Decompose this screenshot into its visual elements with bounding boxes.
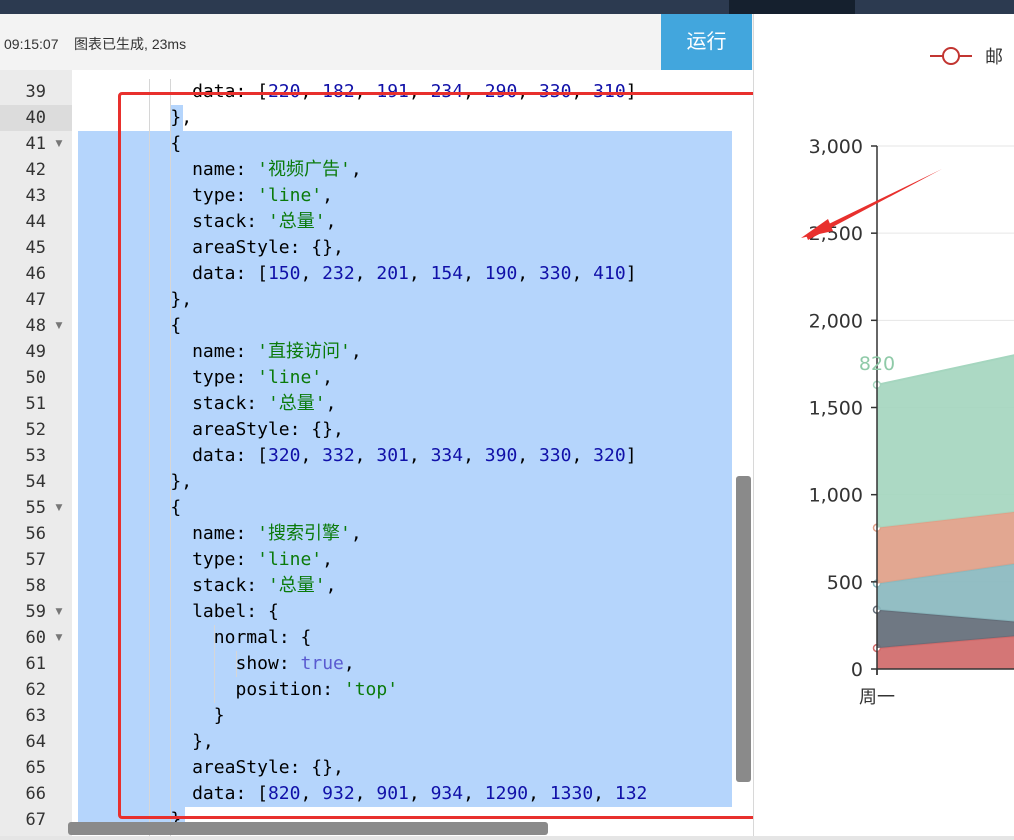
x-tick-label: 周一 — [859, 687, 895, 708]
line-number: 57 — [25, 550, 46, 570]
line-number: 56 — [25, 524, 46, 544]
line-number: 54 — [25, 472, 46, 492]
data-label: 820 — [859, 353, 895, 375]
line-number: 45 — [25, 238, 46, 258]
fold-arrow-icon[interactable]: ▼ — [52, 313, 66, 339]
legend-circle-icon — [942, 47, 960, 65]
line-number: 50 — [25, 368, 46, 388]
line-number: 43 — [25, 186, 46, 206]
line-number: 66 — [25, 784, 46, 804]
line-number: 65 — [25, 758, 46, 778]
line-number: 49 — [25, 342, 46, 362]
window-top-bar — [0, 0, 1014, 14]
fold-arrow-icon[interactable]: ▼ — [52, 625, 66, 651]
chart-pane: 3,000 2,500 2,000 1,500 1,000 500 0 周一 820 邮 — [754, 14, 1014, 840]
line-number: 47 — [25, 290, 46, 310]
line-number: 42 — [25, 160, 46, 180]
y-tick-label: 2,000 — [809, 310, 863, 332]
line-number: 67 — [25, 810, 46, 830]
line-number: 48 — [25, 316, 46, 336]
status-bar: 09:15:07 图表已生成, 23ms 运行 — [0, 14, 753, 70]
run-button[interactable]: 运行 — [661, 14, 752, 70]
bottom-strip — [0, 836, 1014, 840]
status-text: 09:15:07 图表已生成, 23ms — [4, 36, 187, 52]
line-number: 59 — [25, 602, 46, 622]
legend-label: 邮 — [985, 47, 1003, 68]
line-number: 51 — [25, 394, 46, 414]
line-number: 52 — [25, 420, 46, 440]
top-bar-segment — [729, 0, 855, 14]
line-number: 41 — [25, 134, 46, 154]
chart-svg: 3,0002,5002,0001,5001,0005000周一820邮 — [801, 47, 1014, 708]
line-number: 64 — [25, 732, 46, 752]
line-number: 62 — [25, 680, 46, 700]
line-number: 44 — [25, 212, 46, 232]
fold-arrow-icon[interactable]: ▼ — [52, 131, 66, 157]
y-tick-label: 3,000 — [809, 136, 863, 158]
fold-arrow-icon[interactable]: ▼ — [52, 599, 66, 625]
line-number: 40 — [25, 108, 46, 128]
horizontal-scrollbar[interactable] — [68, 822, 548, 835]
line-number: 39 — [25, 82, 46, 102]
line-number: 55 — [25, 498, 46, 518]
fold-arrow-icon[interactable]: ▼ — [52, 495, 66, 521]
highlight-annotation-box — [118, 92, 774, 819]
line-number: 53 — [25, 446, 46, 466]
line-number: 61 — [25, 654, 46, 674]
line-number: 63 — [25, 706, 46, 726]
line-number: 46 — [25, 264, 46, 284]
y-tick-label: 0 — [851, 659, 863, 681]
line-number: 58 — [25, 576, 46, 596]
y-tick-label: 1,500 — [809, 398, 863, 420]
y-tick-label: 1,000 — [809, 485, 863, 507]
line-number: 60 — [25, 628, 46, 648]
y-tick-label: 500 — [827, 572, 863, 594]
